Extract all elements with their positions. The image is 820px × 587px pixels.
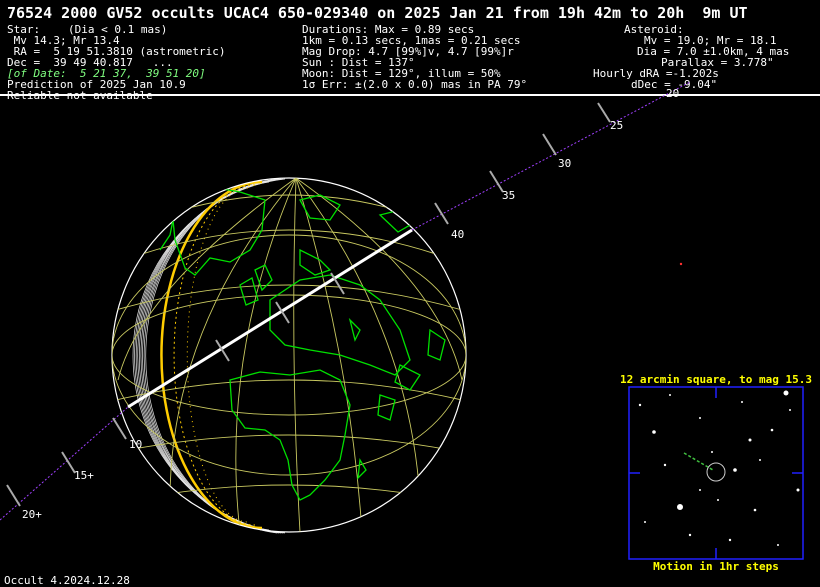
- tick-label-30: 30: [558, 157, 571, 170]
- software-version: Occult 4.2024.12.28: [4, 574, 130, 587]
- tick-label-35: 35: [502, 189, 515, 202]
- twilight-line-outer: [186, 187, 249, 523]
- graticule: [112, 178, 466, 532]
- finder-motion-caption: Motion in 1hr steps: [653, 560, 779, 573]
- globe-outline: [111, 177, 467, 533]
- globe-map: 20+ 15+ 10 40 35 30 25 20 12 arcmin squa…: [0, 81, 812, 573]
- path-time-ticks: [6, 102, 611, 507]
- finder-frame: [628, 386, 804, 560]
- stray-marker: [679, 262, 683, 266]
- finder-chart: 12 arcmin square, to mag 15.3 Motion in …: [620, 373, 812, 573]
- tick-label-40: 40: [451, 228, 464, 241]
- tick-label-10: 10: [129, 438, 142, 451]
- tick-label-20-plus: 20+: [22, 508, 42, 521]
- finder-caption: 12 arcmin square, to mag 15.3: [620, 373, 812, 386]
- coastlines: [159, 184, 446, 501]
- tick-label-20: 20: [666, 87, 679, 100]
- tick-label-15-plus: 15+: [74, 469, 94, 482]
- tick-label-25: 25: [610, 119, 623, 132]
- asteroid-track: [0, 81, 691, 521]
